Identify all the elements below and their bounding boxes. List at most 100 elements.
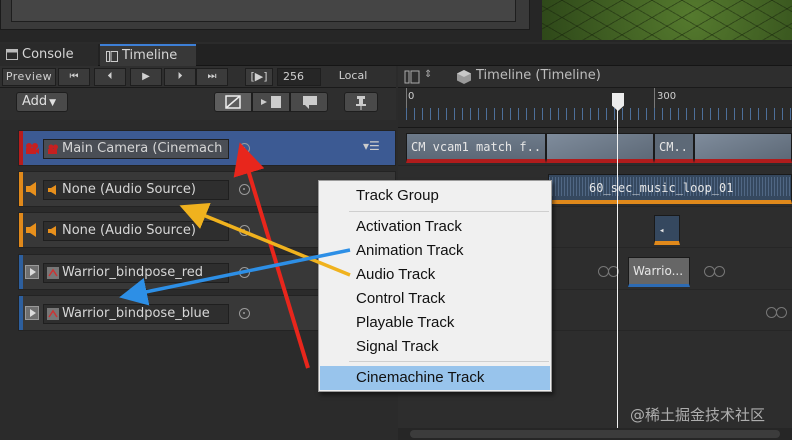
go-to-end-icon: ⏭ — [207, 71, 217, 82]
time-ruler[interactable]: 0 300 — [398, 88, 792, 128]
add-track-button[interactable]: Add ▼ — [16, 92, 68, 112]
audio-source-icon — [48, 226, 56, 236]
object-picker-icon[interactable] — [239, 225, 250, 236]
ruler-ticks — [406, 108, 792, 120]
sort-arrows-icon[interactable]: ⇕ — [424, 69, 432, 80]
clip-music-loop[interactable]: 60_sec_music_loop_01 — [548, 174, 792, 204]
clip-cm[interactable]: CM.. — [654, 133, 694, 163]
track-binding-field[interactable]: None (Audio Source) — [43, 221, 229, 241]
timeline-asset-title: Timeline (Timeline) — [476, 68, 601, 83]
go-to-end-button[interactable]: ⏭ — [196, 68, 228, 86]
track-accent — [19, 255, 23, 289]
animator-icon — [47, 267, 59, 279]
track-name: Warrior_bindpose_red — [62, 265, 204, 280]
cinemachine-icon — [26, 143, 39, 154]
menu-item-cinemachine-track[interactable]: Cinemachine Track — [320, 366, 550, 390]
track-name: None (Audio Source) — [62, 223, 196, 238]
menu-item-animation-track[interactable]: Animation Track — [320, 239, 550, 263]
track-accent — [19, 131, 23, 165]
object-picker-icon[interactable] — [239, 267, 250, 278]
audio-icon — [26, 182, 36, 196]
tab-timeline-label: Timeline — [122, 48, 178, 63]
track-accent — [19, 296, 23, 330]
ruler-label-300: 300 — [657, 91, 677, 102]
menu-item-activation-track[interactable]: Activation Track — [320, 215, 550, 239]
snap-pin-button[interactable] — [344, 92, 378, 112]
tab-bar: Console Timeline — [0, 44, 792, 66]
scrollbar-thumb[interactable] — [410, 430, 780, 438]
tab-timeline[interactable]: Timeline — [100, 44, 196, 66]
object-picker-icon[interactable] — [239, 308, 250, 319]
go-to-start-icon: ⏮ — [69, 71, 79, 82]
dropdown-arrow-icon: ▼ — [49, 98, 57, 108]
menu-item-control-track[interactable]: Control Track — [320, 287, 550, 311]
track-binding-field[interactable]: Warrior_bindpose_blue — [43, 304, 229, 324]
preview-button[interactable]: Preview — [2, 68, 56, 86]
animation-track-icon — [25, 306, 39, 320]
clip-label: 60_sec_music_loop_01 — [589, 181, 734, 195]
play-range-button[interactable]: [▶] — [245, 68, 273, 86]
track-accent — [19, 213, 23, 247]
track-binding-field[interactable]: None (Audio Source) — [43, 180, 229, 200]
menu-separator — [349, 211, 549, 212]
clip-blend-2[interactable] — [694, 133, 792, 163]
timeline-icon — [106, 51, 118, 62]
mix-mode-icon — [225, 95, 241, 109]
edit-mode-ripple-button[interactable] — [252, 92, 290, 112]
add-track-label: Add — [22, 94, 48, 109]
playhead-line — [617, 108, 618, 440]
track-binding-field[interactable]: Warrior_bindpose_red — [43, 263, 229, 283]
clip-blend[interactable] — [546, 133, 654, 163]
horizontal-scrollbar[interactable] — [398, 428, 792, 440]
track-binding-field[interactable]: Main Camera (Cinemach — [43, 139, 229, 159]
console-icon — [6, 49, 18, 60]
lane-camera: CM vcam1 match f.. CM.. — [398, 130, 792, 166]
menu-item-signal-track[interactable]: Signal Track — [320, 335, 550, 359]
clip-vcam1[interactable]: CM vcam1 match f.. — [406, 133, 546, 163]
timeline-header: ⇕ Timeline (Timeline) — [398, 66, 792, 88]
menu-separator — [349, 361, 549, 362]
timeline-menu-icon[interactable] — [404, 70, 420, 84]
tab-console-label: Console — [22, 47, 74, 62]
object-picker-icon[interactable] — [239, 184, 250, 195]
clip-warrior[interactable]: Warrio... — [628, 257, 690, 287]
menu-item-track-group[interactable]: Track Group — [320, 184, 550, 208]
previous-frame-button[interactable]: ⏴ — [94, 68, 126, 86]
time-mode-dropdown[interactable]: Local — [324, 68, 382, 86]
track-options-icon[interactable]: ▾☰ — [363, 139, 380, 153]
menu-item-audio-track[interactable]: Audio Track — [320, 263, 550, 287]
watermark: @稀土掘金技术社区 — [630, 406, 766, 424]
go-to-start-button[interactable]: ⏮ — [58, 68, 90, 86]
add-track-menu: Track Group Activation Track Animation T… — [318, 180, 552, 392]
animator-icon — [47, 308, 59, 320]
track-main-camera[interactable]: Main Camera (Cinemach ▾☰ — [18, 130, 396, 166]
audio-source-icon — [48, 185, 56, 195]
track-toolbar: Add ▼ — [0, 88, 396, 120]
play-button[interactable]: ▶ — [130, 68, 162, 86]
playback-toolbar: Preview ⏮ ⏴ ▶ ⏵ ⏭ [▶] 256 Local — [0, 66, 396, 88]
ruler-label-start: 0 — [408, 91, 415, 102]
track-name: Warrior_bindpose_blue — [62, 306, 210, 321]
clip-audio-short[interactable]: ◂ — [654, 215, 680, 245]
track-name: Main Camera (Cinemach — [62, 141, 223, 156]
play-range-icon: [▶] — [250, 70, 268, 83]
edit-mode-mix-button[interactable] — [214, 92, 252, 112]
object-picker-icon[interactable] — [239, 143, 250, 154]
camera-binding-icon — [48, 144, 58, 154]
ripple-mode-icon — [261, 96, 281, 108]
next-frame-button[interactable]: ⏵ — [164, 68, 196, 86]
edit-mode-replace-button[interactable] — [290, 92, 328, 112]
link-icon-right — [776, 307, 787, 318]
menu-item-playable-track[interactable]: Playable Track — [320, 311, 550, 335]
tab-console[interactable]: Console — [0, 44, 98, 66]
audio-clip-icon: ◂ — [659, 226, 665, 236]
upper-panel — [0, 0, 530, 30]
audio-icon — [26, 223, 36, 237]
timeline-asset-icon — [457, 70, 471, 84]
frame-field[interactable]: 256 — [277, 68, 321, 86]
animation-track-icon — [25, 265, 39, 279]
replace-mode-icon — [303, 96, 317, 109]
scene-view-thumbnail — [542, 0, 792, 40]
track-accent — [19, 172, 23, 206]
pin-icon — [356, 96, 366, 110]
